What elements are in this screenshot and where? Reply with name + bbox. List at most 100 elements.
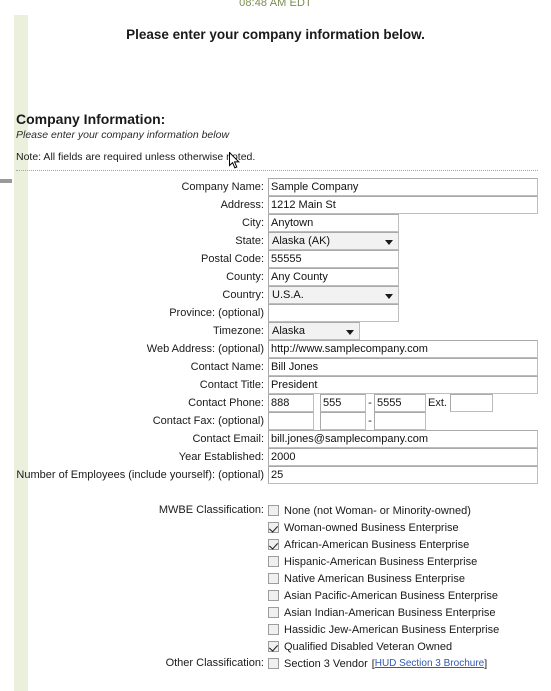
field-row-company-name: Company Name: — [0, 178, 551, 196]
label-contact-name: Contact Name: — [190, 361, 264, 373]
section-3-vendor-checkbox[interactable] — [268, 658, 279, 669]
checkbox-item[interactable]: Hispanic-American Business Enterprise — [268, 553, 551, 570]
contact-fax-prefix-input[interactable] — [320, 412, 366, 430]
field-row-year-established: Year Established: — [0, 448, 551, 466]
control-timezone: Alaska — [268, 322, 551, 340]
control-contact-fax: - — [268, 412, 551, 430]
field-row-contact-title: Contact Title: — [0, 376, 551, 394]
label-city: City: — [242, 217, 264, 229]
label-contact-email: Contact Email: — [192, 433, 264, 445]
field-row-address: Address: — [0, 196, 551, 214]
contact-name-input[interactable] — [268, 358, 538, 376]
spacer-row — [0, 484, 551, 502]
mwbe-checkbox[interactable] — [268, 624, 279, 635]
checkbox-item[interactable]: Woman-owned Business Enterprise — [268, 519, 551, 536]
field-row-country: Country: U.S.A. — [0, 286, 551, 304]
mwbe-checkbox[interactable] — [268, 539, 279, 550]
field-row-contact-name: Contact Name: — [0, 358, 551, 376]
control-address — [268, 196, 551, 214]
label-contact-phone: Contact Phone: — [188, 397, 264, 409]
section-subtitle: Please enter your company information be… — [16, 129, 230, 141]
contact-phone-area-input[interactable] — [268, 394, 314, 412]
label-county: County: — [226, 271, 264, 283]
label-country: Country: — [222, 289, 264, 301]
label-mwbe-classification: MWBE Classification: — [158, 504, 264, 516]
mwbe-checkbox-label: Native American Business Enterprise — [284, 572, 465, 585]
field-row-county: County: — [0, 268, 551, 286]
field-row-postal-code: Postal Code: — [0, 250, 551, 268]
field-row-other-classification: Other Classification: Section 3 Vendor [… — [0, 655, 551, 672]
company-information-form: Company Name: Address: City: State: Alas… — [0, 178, 551, 672]
checkbox-item[interactable]: African-American Business Enterprise — [268, 536, 551, 553]
field-row-employees: Number of Employees (include yourself): … — [0, 466, 551, 484]
checkbox-item[interactable]: Qualified Disabled Veteran Owned — [268, 638, 551, 655]
field-row-city: City: — [0, 214, 551, 232]
mwbe-checkbox[interactable] — [268, 505, 279, 516]
chevron-down-icon — [346, 330, 354, 335]
label-province: Province: (optional) — [169, 307, 264, 319]
postal-code-input[interactable] — [268, 250, 399, 268]
web-address-input[interactable] — [268, 340, 538, 358]
mwbe-checkbox[interactable] — [268, 641, 279, 652]
mwbe-checkbox-label: Qualified Disabled Veteran Owned — [284, 640, 453, 653]
mwbe-checkbox[interactable] — [268, 522, 279, 533]
field-row-contact-fax: Contact Fax: (optional) - — [0, 412, 551, 430]
number-of-employees-input[interactable] — [268, 466, 538, 484]
control-year-established — [268, 448, 551, 466]
city-input[interactable] — [268, 214, 399, 232]
timezone-select-value: Alaska — [272, 325, 306, 337]
control-country: U.S.A. — [268, 286, 551, 304]
contact-phone-ext-input[interactable] — [449, 394, 493, 412]
company-name-input[interactable] — [268, 178, 538, 196]
checkbox-item[interactable]: None (not Woman- or Minority-owned) — [268, 502, 551, 519]
label-postal-code: Postal Code: — [201, 253, 264, 265]
chevron-down-icon — [385, 240, 393, 245]
mwbe-checkbox[interactable] — [268, 607, 279, 618]
control-postal-code — [268, 250, 551, 268]
country-select-value: U.S.A. — [272, 289, 304, 301]
checkbox-item[interactable]: Asian Indian-American Business Enterpris… — [268, 604, 551, 621]
control-company-name — [268, 178, 551, 196]
control-contact-name — [268, 358, 551, 376]
required-fields-note: Note: All fields are required unless oth… — [16, 151, 256, 163]
address-input[interactable] — [268, 196, 538, 214]
contact-fax-area-input[interactable] — [268, 412, 314, 430]
fax-separator: - — [368, 415, 372, 427]
contact-phone-line-input[interactable] — [374, 394, 426, 412]
field-row-mwbe-classification: MWBE Classification: None (not Woman- or… — [0, 502, 551, 655]
field-row-state: State: Alaska (AK) — [0, 232, 551, 250]
label-company-name: Company Name: — [181, 181, 264, 193]
year-established-input[interactable] — [268, 448, 538, 466]
mwbe-checkbox[interactable] — [268, 556, 279, 567]
mwbe-checkbox-label: Hassidic Jew-American Business Enterpris… — [284, 623, 500, 636]
timezone-select[interactable]: Alaska — [268, 322, 360, 340]
mwbe-checkbox[interactable] — [268, 590, 279, 601]
hud-section-3-brochure-link[interactable]: HUD Section 3 Brochure — [375, 658, 485, 669]
control-province — [268, 304, 551, 322]
field-row-province: Province: (optional) — [0, 304, 551, 322]
mwbe-checkbox-label: African-American Business Enterprise — [284, 538, 470, 551]
contact-email-input[interactable] — [268, 430, 538, 448]
phone-separator: - — [368, 397, 372, 409]
other-classification-list: Section 3 Vendor [HUD Section 3 Brochure… — [268, 655, 551, 672]
county-input[interactable] — [268, 268, 399, 286]
state-select[interactable]: Alaska (AK) — [268, 232, 399, 250]
field-row-contact-phone: Contact Phone: - Ext. — [0, 394, 551, 412]
checkbox-item[interactable]: Native American Business Enterprise — [268, 570, 551, 587]
control-city — [268, 214, 551, 232]
province-input[interactable] — [268, 304, 399, 322]
control-web-address — [268, 340, 551, 358]
country-select[interactable]: U.S.A. — [268, 286, 399, 304]
page-root: 08:48 AM EDT Please enter your company i… — [0, 0, 551, 691]
contact-title-input[interactable] — [268, 376, 538, 394]
checkbox-item-section-3-vendor[interactable]: Section 3 Vendor [HUD Section 3 Brochure… — [268, 655, 551, 672]
contact-phone-prefix-input[interactable] — [320, 394, 366, 412]
label-state: State: — [235, 235, 264, 247]
label-year-established: Year Established: — [178, 451, 264, 463]
checkbox-item[interactable]: Hassidic Jew-American Business Enterpris… — [268, 621, 551, 638]
contact-fax-line-input[interactable] — [374, 412, 426, 430]
mwbe-checkbox[interactable] — [268, 573, 279, 584]
mwbe-checkbox-list: None (not Woman- or Minority-owned) Woman… — [268, 502, 551, 655]
checkbox-item[interactable]: Asian Pacific-American Business Enterpri… — [268, 587, 551, 604]
label-contact-fax: Contact Fax: (optional) — [152, 415, 264, 427]
